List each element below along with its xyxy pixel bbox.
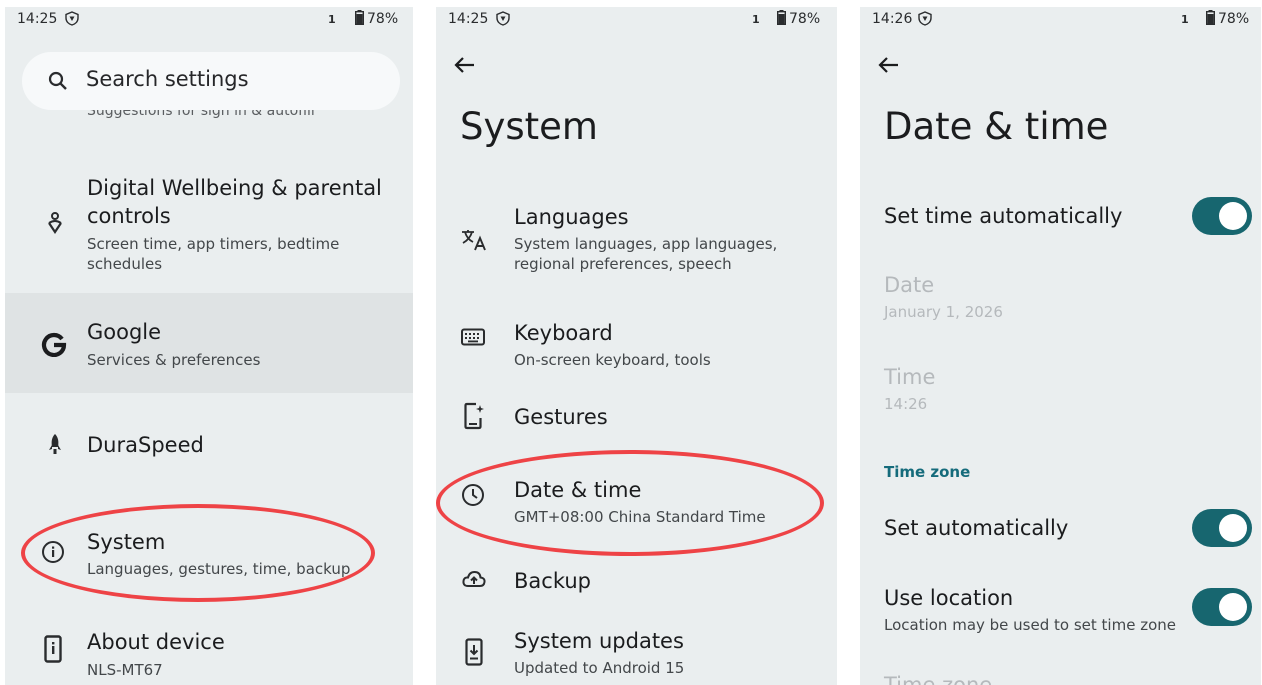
status-time: 14:26 bbox=[872, 11, 913, 27]
battery-percent: 78% bbox=[367, 11, 399, 27]
battery-percent: 78% bbox=[789, 11, 821, 27]
search-icon bbox=[48, 71, 67, 90]
toggle-knob bbox=[1219, 514, 1247, 542]
item-title: System updates bbox=[514, 629, 684, 653]
item-title: System bbox=[87, 530, 166, 554]
item-sub-line1: Screen time, app timers, bedtime bbox=[87, 235, 340, 253]
back-arrow-icon[interactable] bbox=[454, 56, 476, 74]
date-time-panel: 14:26 1 78% Date & time Set time automat… bbox=[860, 7, 1261, 685]
shield-icon bbox=[65, 11, 79, 26]
item-sub: Services & preferences bbox=[87, 351, 261, 369]
sim-indicator: 1 bbox=[1181, 13, 1189, 26]
settings-item-duraspeed[interactable]: DuraSpeed bbox=[5, 405, 413, 485]
item-sub: Updated to Android 15 bbox=[514, 659, 685, 677]
battery-percent: 78% bbox=[1218, 11, 1250, 27]
item-sub: Languages, gestures, time, backup bbox=[87, 560, 351, 578]
wellbeing-icon bbox=[48, 212, 62, 234]
item-sub: GMT+08:00 China Standard Time bbox=[514, 508, 766, 526]
toggle-knob bbox=[1219, 202, 1247, 230]
item-sub-line2: schedules bbox=[87, 255, 163, 273]
item-title-line2: controls bbox=[87, 204, 171, 228]
page-title: System bbox=[460, 105, 598, 148]
item-title: Date & time bbox=[514, 478, 642, 502]
settings-item-keyboard[interactable]: Keyboard On-screen keyboard, tools bbox=[436, 305, 837, 381]
item-title: Set time automatically bbox=[884, 204, 1123, 228]
item-title: Backup bbox=[514, 569, 591, 593]
search-placeholder: Search settings bbox=[86, 67, 249, 91]
settings-item-google[interactable]: Google Services & preferences bbox=[5, 293, 413, 393]
partially-hidden-item[interactable]: Suggestions for sign in & autofill bbox=[87, 110, 315, 133]
status-time: 14:25 bbox=[17, 11, 58, 27]
item-title: Google bbox=[87, 320, 162, 344]
item-title: Languages bbox=[514, 205, 629, 229]
settings-item-date-time[interactable]: Date & time GMT+08:00 China Standard Tim… bbox=[436, 462, 837, 542]
shield-icon bbox=[918, 11, 932, 26]
clock-icon bbox=[462, 484, 484, 506]
setting-use-location[interactable]: Use location Location may be used to set… bbox=[860, 582, 1261, 642]
settings-item-system[interactable]: System Languages, gestures, time, backup bbox=[5, 512, 413, 592]
item-title: Gestures bbox=[514, 405, 608, 429]
settings-item-system-updates[interactable]: System updates Updated to Android 15 bbox=[436, 622, 837, 685]
google-icon bbox=[41, 332, 67, 357]
item-title: DuraSpeed bbox=[87, 433, 204, 457]
settings-item-gestures[interactable]: Gestures bbox=[436, 387, 837, 447]
settings-home-panel: 14:25 1 78% Search settings Suggestions … bbox=[5, 7, 413, 685]
set-auto-toggle[interactable] bbox=[1192, 509, 1252, 547]
rocket-icon bbox=[49, 434, 61, 454]
status-bar: 14:26 1 78% bbox=[860, 7, 1261, 33]
settings-item-about-device[interactable]: About device NLS-MT67 bbox=[5, 615, 413, 685]
setting-time-zone-partial[interactable]: Time zone bbox=[860, 671, 1261, 685]
keyboard-icon bbox=[461, 328, 485, 346]
translate-icon bbox=[462, 230, 486, 251]
shield-icon bbox=[496, 11, 510, 26]
device-icon bbox=[44, 635, 62, 663]
battery-icon bbox=[777, 10, 786, 25]
system-update-icon bbox=[465, 638, 483, 666]
set-time-auto-toggle[interactable] bbox=[1192, 197, 1252, 235]
item-title: Date bbox=[884, 273, 935, 297]
status-bar: 14:25 1 78% bbox=[436, 7, 837, 33]
status-time: 14:25 bbox=[448, 11, 489, 27]
item-title-line1: Digital Wellbeing & parental bbox=[87, 176, 382, 200]
setting-date: Date January 1, 2026 bbox=[860, 269, 1261, 329]
info-icon bbox=[42, 541, 64, 563]
status-bar: 14:25 1 78% bbox=[5, 7, 413, 33]
search-bar[interactable]: Search settings bbox=[22, 52, 400, 110]
back-arrow-icon[interactable] bbox=[878, 56, 900, 74]
item-title: Set automatically bbox=[884, 516, 1069, 540]
settings-item-backup[interactable]: Backup bbox=[436, 552, 837, 612]
battery-icon bbox=[1206, 10, 1215, 25]
use-location-toggle[interactable] bbox=[1192, 588, 1252, 626]
sim-indicator: 1 bbox=[752, 13, 760, 26]
settings-item-languages[interactable]: Languages System languages, app language… bbox=[436, 195, 837, 291]
item-sub: January 1, 2026 bbox=[884, 303, 1003, 321]
setting-set-automatically[interactable]: Set automatically bbox=[860, 504, 1261, 554]
item-title: Time zone bbox=[884, 673, 993, 685]
item-title: Time bbox=[884, 365, 936, 389]
item-sub-line1: System languages, app languages, bbox=[514, 235, 778, 253]
time-zone-section-header: Time zone bbox=[884, 463, 971, 481]
setting-time: Time 14:26 bbox=[860, 361, 1261, 421]
system-panel: 14:25 1 78% System Languages System lang… bbox=[436, 7, 837, 685]
item-sub-line2: regional preferences, speech bbox=[514, 255, 732, 273]
item-sub: NLS-MT67 bbox=[87, 661, 163, 679]
item-title: Use location bbox=[884, 586, 1014, 610]
item-title: About device bbox=[87, 630, 225, 654]
gestures-icon bbox=[464, 402, 484, 430]
item-sub: 14:26 bbox=[884, 395, 928, 413]
battery-icon bbox=[355, 10, 364, 25]
sim-indicator: 1 bbox=[328, 13, 336, 26]
item-sub: Location may be used to set time zone bbox=[884, 616, 1176, 634]
settings-item-digital-wellbeing[interactable]: Digital Wellbeing & parental controls Sc… bbox=[5, 167, 413, 292]
toggle-knob bbox=[1219, 593, 1247, 621]
setting-set-time-automatically[interactable]: Set time automatically bbox=[860, 192, 1261, 242]
item-sub: On-screen keyboard, tools bbox=[514, 351, 711, 369]
item-title: Keyboard bbox=[514, 321, 613, 345]
cloud-upload-icon bbox=[462, 570, 486, 587]
page-title: Date & time bbox=[884, 105, 1109, 148]
